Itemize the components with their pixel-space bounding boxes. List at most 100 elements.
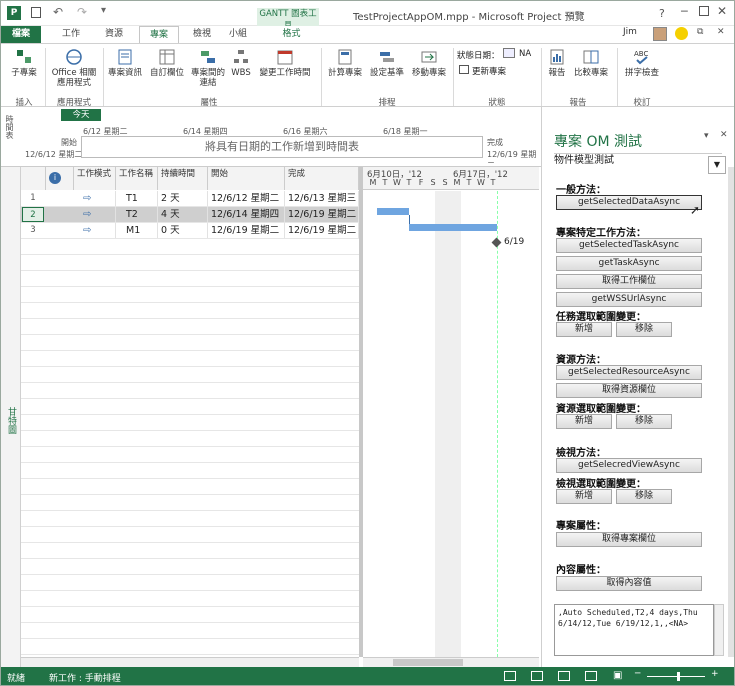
task-remove-button[interactable]: 移除 — [616, 322, 672, 337]
zoom-slider[interactable] — [647, 676, 705, 677]
resource-add-button[interactable]: 新增 — [556, 414, 612, 429]
close-button[interactable]: ✕ — [717, 4, 727, 18]
get-project-field-button[interactable]: 取得專案欄位 — [556, 532, 702, 547]
get-content-button[interactable]: 取得內容值 — [556, 576, 702, 591]
save-icon[interactable] — [31, 7, 41, 18]
restore-button[interactable] — [699, 6, 709, 16]
tab-task[interactable]: 工作 — [56, 26, 86, 43]
output-scrollbar[interactable] — [714, 604, 724, 656]
view-remove-button[interactable]: 移除 — [616, 489, 672, 504]
calculate-project-button[interactable]: 計算專案 — [325, 48, 365, 78]
new-tasks-mode[interactable]: 新工作 : 手動排程 — [49, 671, 121, 684]
qat-customize-icon[interactable]: ▾ — [101, 5, 106, 16]
pane-options-icon[interactable]: ▾ — [704, 131, 709, 141]
gantt-hscrollbar[interactable] — [363, 657, 539, 667]
timeline[interactable]: 時間表 今天 開始 12/6/12 星期二 6/12 星期二 6/14 星期四 … — [1, 107, 541, 170]
auto-schedule-icon[interactable]: ⇨ — [74, 191, 116, 206]
zoom-out-icon[interactable]: ─ — [635, 669, 640, 679]
duration-cell[interactable]: 0 天 — [158, 223, 208, 238]
gantt-bar-t2[interactable] — [409, 224, 497, 231]
finish-cell[interactable]: 12/6/13 星期三 — [285, 191, 359, 206]
grid-hscrollbar[interactable] — [21, 657, 359, 667]
start-cell[interactable]: 12/6/12 星期二 — [208, 191, 285, 206]
milestone-m1[interactable] — [491, 237, 502, 248]
get-resource-field-button[interactable]: 取得資源欄位 — [556, 383, 702, 398]
model-dropdown[interactable]: 物件模型測試 ▼ — [554, 153, 726, 174]
auto-schedule-icon[interactable]: ⇨ — [74, 207, 116, 222]
get-task-async-button[interactable]: getTaskAsync — [556, 256, 702, 271]
custom-fields-button[interactable]: 自訂欄位 — [147, 48, 187, 78]
zoom-in-icon[interactable]: + — [711, 669, 719, 679]
get-selected-data-async-button[interactable]: getSelectedDataAsync — [556, 195, 702, 210]
team-planner-icon[interactable] — [558, 671, 570, 681]
pane-close-icon[interactable]: ✕ — [720, 130, 728, 140]
get-selected-task-async-button[interactable]: getSelectedTaskAsync — [556, 238, 702, 253]
task-add-button[interactable]: 新增 — [556, 322, 612, 337]
start-cell[interactable]: 12/6/14 星期四 — [208, 207, 285, 222]
ribbon-display-icon[interactable]: ⧉ — [697, 27, 703, 37]
zoom-thumb[interactable] — [677, 672, 680, 681]
pane-scrollbar[interactable] — [728, 167, 734, 657]
info-column-header[interactable]: i — [46, 167, 74, 190]
user-name[interactable]: Jim — [623, 27, 637, 37]
row-number[interactable]: 2 — [22, 207, 44, 222]
get-task-field-button[interactable]: 取得工作欄位 — [556, 274, 702, 289]
help-button[interactable]: ? — [659, 7, 665, 20]
gantt-view-icon[interactable] — [504, 671, 516, 681]
update-project-button[interactable]: 更新專案 — [472, 65, 506, 77]
output-textarea[interactable]: ,Auto Scheduled,T2,4 days,Thu 6/14/12,Tu… — [554, 604, 714, 656]
spelling-button[interactable]: ABC 拼字檢查 — [621, 48, 663, 78]
get-wss-url-async-button[interactable]: getWSSUrlAsync — [556, 292, 702, 307]
select-all-cell[interactable] — [21, 167, 46, 190]
minimize-button[interactable]: ─ — [681, 5, 688, 18]
status-date-value[interactable]: NA — [519, 49, 531, 59]
column-header-task-mode[interactable]: 工作模式 — [74, 167, 116, 190]
get-selected-view-async-button[interactable]: getSelecredViewAsync — [556, 458, 702, 473]
timeline-bar[interactable]: 將具有日期的工作新增到時間表 — [81, 136, 483, 158]
tab-format[interactable]: 格式 — [269, 26, 314, 43]
move-project-button[interactable]: 移動專案 — [409, 48, 449, 78]
office-apps-button[interactable]: Office 相關應用程式 — [49, 48, 99, 88]
task-name-cell[interactable]: M1 — [116, 223, 158, 238]
duration-cell[interactable]: 2 天 — [158, 191, 208, 206]
set-baseline-button[interactable]: 設定基準 — [367, 48, 407, 78]
gantt-bar-t1[interactable] — [377, 208, 409, 215]
task-usage-icon[interactable] — [531, 671, 543, 681]
view-add-button[interactable]: 新增 — [556, 489, 612, 504]
wbs-button[interactable]: WBS — [229, 48, 253, 78]
compare-projects-button[interactable]: 比較專案 — [571, 48, 611, 78]
links-between-projects-button[interactable]: 專案間的連結 — [189, 48, 227, 88]
status-date-calendar-icon[interactable] — [503, 48, 515, 58]
smiley-icon[interactable] — [675, 27, 688, 40]
tab-view[interactable]: 檢視 — [187, 26, 217, 43]
task-name-cell[interactable]: T1 — [116, 191, 158, 206]
gantt-hscroll-thumb[interactable] — [393, 659, 463, 666]
tab-resource[interactable]: 資源 — [99, 26, 129, 43]
reports-button[interactable]: 報告 — [545, 48, 569, 78]
redo-icon[interactable]: ↷ — [77, 5, 87, 19]
undo-icon[interactable]: ↶ — [53, 5, 63, 19]
chevron-down-icon[interactable]: ▼ — [708, 156, 726, 174]
column-header-task-name[interactable]: 工作名稱 — [116, 167, 158, 190]
column-header-start[interactable]: 開始 — [208, 167, 285, 190]
project-info-button[interactable]: 專案資訊 — [105, 48, 145, 78]
auto-schedule-icon[interactable]: ⇨ — [74, 223, 116, 238]
column-header-finish[interactable]: 完成 — [285, 167, 359, 190]
duration-cell[interactable]: 4 天 — [158, 207, 208, 222]
change-working-time-button[interactable]: 變更工作時間 — [257, 48, 313, 78]
get-selected-resource-async-button[interactable]: getSelectedResourceAsync — [556, 365, 702, 380]
tab-project[interactable]: 專案 — [139, 26, 179, 43]
tab-team[interactable]: 小組 — [223, 26, 253, 43]
tab-file[interactable]: 檔案 — [1, 26, 41, 43]
finish-cell[interactable]: 12/6/19 星期二 — [285, 207, 359, 222]
column-header-duration[interactable]: 持續時間 — [158, 167, 208, 190]
finish-cell[interactable]: 12/6/19 星期二 — [285, 223, 359, 238]
close-file-icon[interactable]: ✕ — [717, 27, 725, 37]
report-view-icon[interactable]: ▣ — [613, 670, 622, 681]
row-number[interactable]: 3 — [22, 223, 44, 238]
task-name-cell[interactable]: T2 — [116, 207, 158, 222]
subproject-button[interactable]: 子專案 — [7, 48, 41, 78]
resource-sheet-icon[interactable] — [585, 671, 597, 681]
start-cell[interactable]: 12/6/19 星期二 — [208, 223, 285, 238]
avatar[interactable] — [653, 27, 667, 41]
